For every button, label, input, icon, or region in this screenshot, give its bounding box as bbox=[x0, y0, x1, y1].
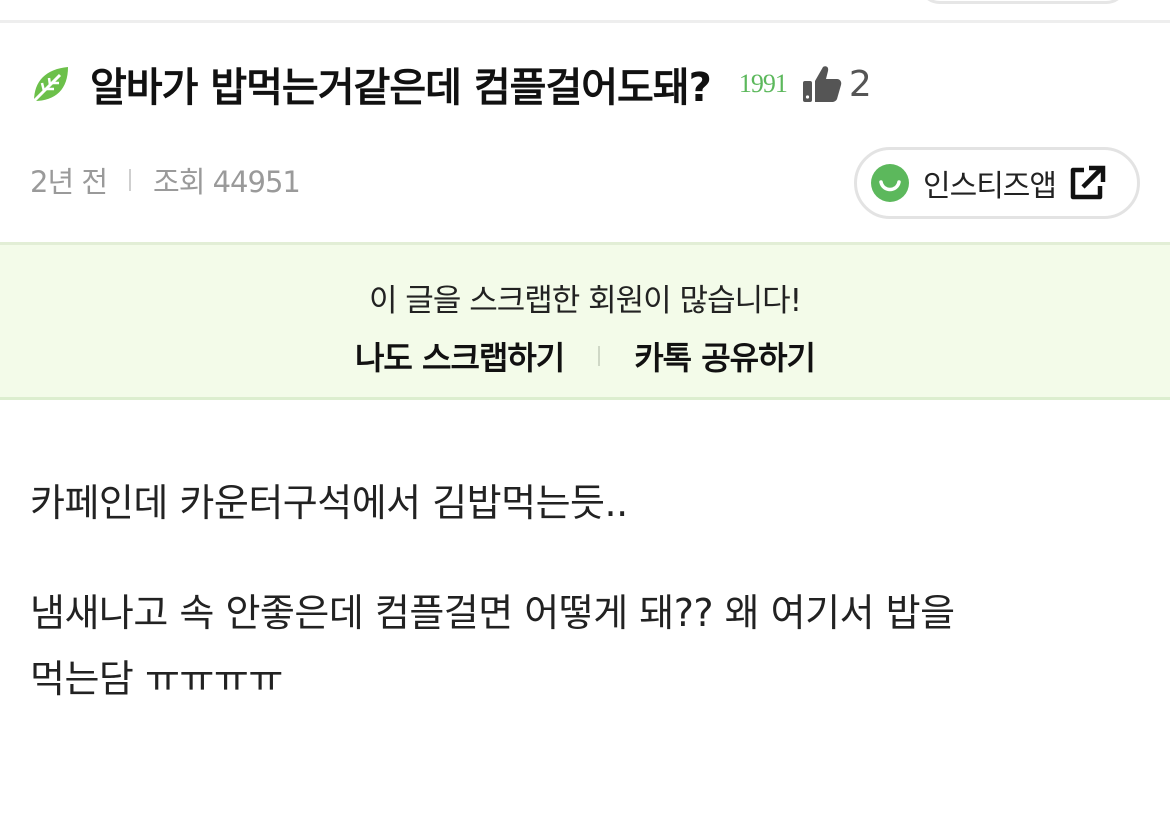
scrap-button[interactable]: 나도 스크랩하기 bbox=[355, 333, 565, 379]
kakao-share-button[interactable]: 카톡 공유하기 bbox=[634, 333, 816, 379]
scrap-count: 1991 bbox=[738, 69, 788, 98]
body-line: 냄새나고 속 안좋은데 컴플걸면 어떻게 돼?? 왜 여기서 밥을 bbox=[30, 591, 955, 635]
post-body: 카페인데 카운터구석에서 김밥먹는듯.. 냄새나고 속 안좋은데 컴플걸면 어떻… bbox=[30, 470, 1140, 712]
like-count: 2 bbox=[848, 63, 872, 105]
body-line: 먹는담 ㅠㅠㅠㅠ bbox=[30, 657, 283, 701]
top-divider bbox=[0, 20, 1170, 23]
external-link-icon bbox=[1070, 165, 1106, 200]
open-app-button[interactable]: 인스티즈앱 bbox=[854, 147, 1140, 219]
scrap-banner: 이 글을 스크랩한 회원이 많습니다! 나도 스크랩하기 카톡 공유하기 bbox=[0, 242, 1170, 400]
banner-divider bbox=[598, 346, 601, 366]
body-line: 카페인데 카운터구석에서 김밥먹는듯.. bbox=[30, 481, 628, 525]
smile-icon bbox=[871, 164, 909, 202]
post-title: 알바가 밥먹는거같은데 컴플걸어도돼? bbox=[90, 65, 712, 111]
scrap-banner-actions: 나도 스크랩하기 카톡 공유하기 bbox=[0, 333, 1170, 379]
top-pill-button[interactable] bbox=[918, 0, 1128, 4]
open-app-label: 인스티즈앱 bbox=[923, 169, 1057, 204]
post-views: 조회 44951 bbox=[153, 165, 301, 199]
scrap-banner-message: 이 글을 스크랩한 회원이 많습니다! bbox=[368, 283, 802, 319]
post-title-row: 알바가 밥먹는거같은데 컴플걸어도돼? 1991 2 bbox=[30, 56, 872, 112]
post-time: 2년 전 bbox=[30, 165, 108, 199]
meta-divider bbox=[129, 169, 132, 191]
leaf-icon bbox=[32, 67, 68, 103]
post-meta: 2년 전 조회 44951 bbox=[30, 160, 301, 200]
thumbs-up-icon[interactable] bbox=[801, 63, 843, 105]
